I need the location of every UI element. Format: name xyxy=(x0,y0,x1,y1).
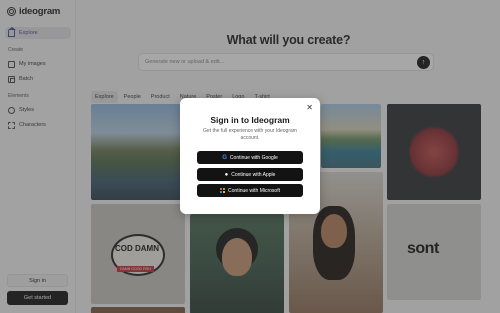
apple-button-label: Continue with Apple xyxy=(231,171,276,178)
dialog-subtitle: Get the full experience with your Ideogr… xyxy=(203,128,297,141)
continue-with-microsoft-button[interactable]: Continue with Microsoft xyxy=(197,184,303,197)
dialog-title: Sign in to Ideogram xyxy=(210,115,290,125)
google-icon: G xyxy=(222,154,227,161)
close-icon[interactable]: ✕ xyxy=(306,104,313,112)
apple-icon: ● xyxy=(224,171,229,178)
continue-with-google-button[interactable]: G Continue with Google xyxy=(197,151,303,164)
continue-with-apple-button[interactable]: ● Continue with Apple xyxy=(197,168,303,181)
microsoft-icon xyxy=(220,188,225,193)
google-button-label: Continue with Google xyxy=(229,154,278,161)
sign-in-dialog: ✕ Sign in to Ideogram Get the full exper… xyxy=(180,98,320,214)
microsoft-button-label: Continue with Microsoft xyxy=(228,187,280,194)
